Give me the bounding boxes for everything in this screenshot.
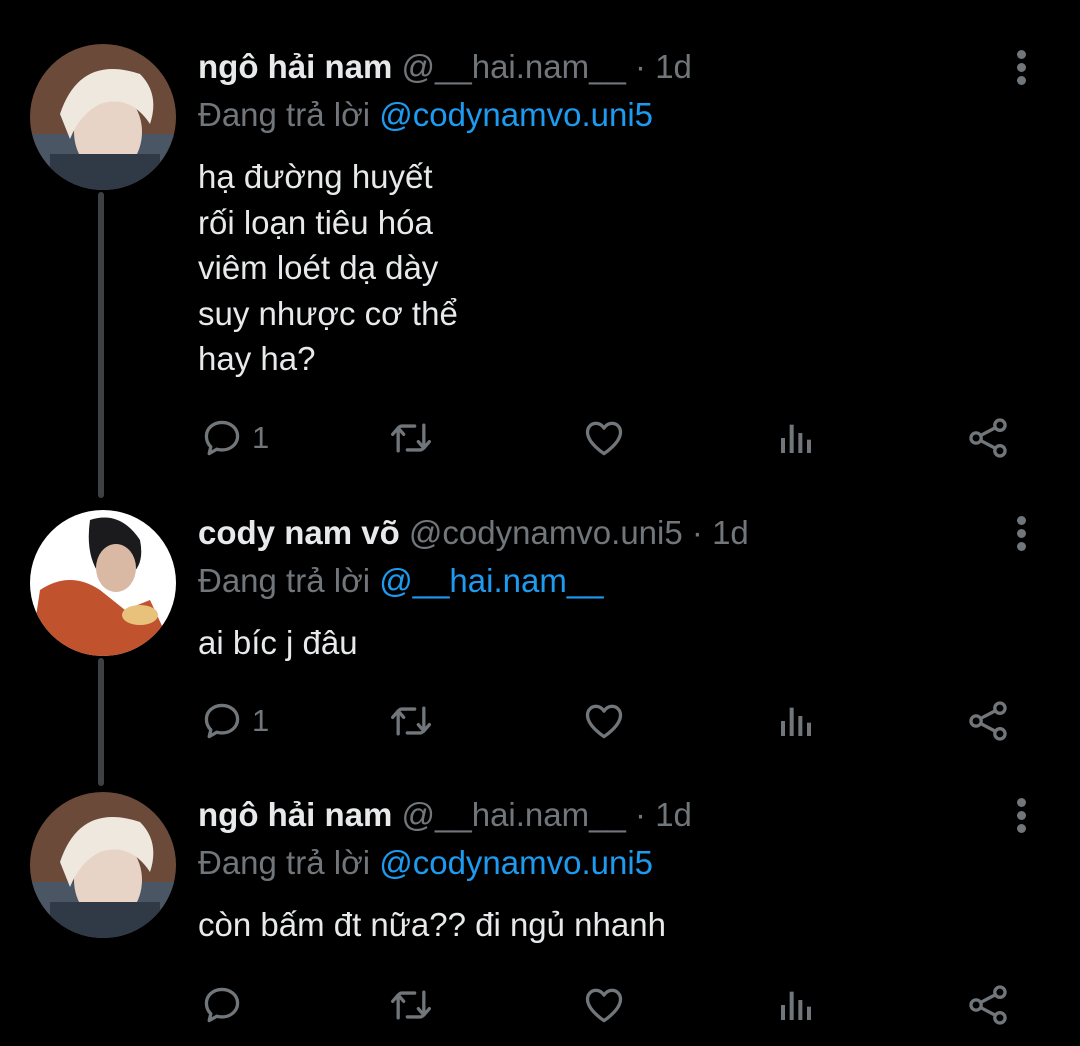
- reply-button[interactable]: [200, 980, 244, 1030]
- more-vertical-icon[interactable]: [1010, 798, 1032, 838]
- tweet[interactable]: cody nam võ @codynamvo.uni5 · 1d Đang tr…: [0, 466, 1080, 766]
- text-line: hay ha?: [198, 340, 316, 377]
- user-handle[interactable]: @__hai.nam__: [402, 796, 626, 833]
- avatar[interactable]: [30, 44, 176, 190]
- tweet-header: cody nam võ @codynamvo.uni5 · 1d: [198, 514, 749, 552]
- reply-button[interactable]: 1: [200, 696, 269, 746]
- replying-prefix: Đang trả lời: [198, 562, 371, 599]
- timestamp[interactable]: 1d: [712, 514, 749, 551]
- tweet-text: ai bíc j đâu: [198, 620, 358, 666]
- text-line: ai bíc j đâu: [198, 624, 358, 661]
- text-line: suy nhược cơ thể: [198, 294, 458, 332]
- action-bar: 1: [0, 696, 1080, 746]
- user-handle[interactable]: @codynamvo.uni5: [409, 514, 683, 551]
- separator: ·: [691, 514, 703, 551]
- display-name[interactable]: ngô hải nam: [198, 796, 392, 833]
- text-line: rối loạn tiêu hóa: [198, 203, 433, 241]
- like-button[interactable]: [582, 696, 626, 746]
- timestamp[interactable]: 1d: [655, 48, 692, 85]
- replying-to: Đang trả lời @codynamvo.uni5: [198, 96, 653, 134]
- views-button[interactable]: [776, 413, 816, 463]
- avatar[interactable]: [30, 510, 176, 656]
- tweet-header: ngô hải nam @__hai.nam__ · 1d: [198, 796, 692, 834]
- separator: ·: [635, 796, 647, 833]
- retweet-button[interactable]: [387, 696, 435, 746]
- reply-icon: [204, 703, 240, 739]
- replying-prefix: Đang trả lời: [198, 96, 371, 133]
- share-button[interactable]: [966, 696, 1010, 746]
- user-handle[interactable]: @__hai.nam__: [402, 48, 626, 85]
- like-button[interactable]: [582, 980, 626, 1030]
- views-icon: [781, 991, 811, 1020]
- display-name[interactable]: cody nam võ: [198, 514, 400, 551]
- heart-icon: [585, 704, 623, 739]
- share-button[interactable]: [966, 413, 1010, 463]
- display-name[interactable]: ngô hải nam: [198, 48, 392, 85]
- share-icon: [969, 701, 1007, 741]
- views-icon: [781, 424, 811, 453]
- mention-link[interactable]: @__hai.nam__: [379, 562, 603, 599]
- more-vertical-icon[interactable]: [1010, 50, 1032, 90]
- reply-count: 1: [252, 703, 270, 738]
- replying-prefix: Đang trả lời: [198, 844, 371, 881]
- text-line: viêm loét dạ dày: [198, 249, 439, 286]
- views-button[interactable]: [776, 980, 816, 1030]
- tweet-header: ngô hải nam @__hai.nam__ · 1d: [198, 48, 692, 86]
- tweet-text: hạ đường huyết rối loạn tiêu hóa viêm lo…: [198, 154, 458, 382]
- views-icon: [781, 707, 811, 736]
- like-button[interactable]: [582, 413, 626, 463]
- tweet[interactable]: ngô hải nam @__hai.nam__ · 1d Đang trả l…: [0, 0, 1080, 500]
- tweet[interactable]: ngô hải nam @__hai.nam__ · 1d Đang trả l…: [0, 748, 1080, 1046]
- reply-count: 1: [252, 420, 270, 455]
- heart-icon: [585, 421, 623, 456]
- retweet-icon: [391, 423, 431, 453]
- share-button[interactable]: [966, 980, 1010, 1030]
- share-icon: [969, 418, 1007, 458]
- action-bar: [0, 980, 1080, 1030]
- reply-icon: [204, 420, 240, 456]
- action-bar: 1: [0, 413, 1080, 463]
- retweet-icon: [391, 990, 431, 1020]
- text-line: còn bấm đt nữa?? đi ngủ nhanh: [198, 906, 666, 943]
- tweet-text: còn bấm đt nữa?? đi ngủ nhanh: [198, 902, 666, 948]
- heart-icon: [585, 988, 623, 1023]
- views-button[interactable]: [776, 696, 816, 746]
- reply-button[interactable]: 1: [200, 413, 269, 463]
- reply-icon: [204, 987, 240, 1023]
- avatar[interactable]: [30, 792, 176, 938]
- more-vertical-icon[interactable]: [1010, 516, 1032, 556]
- share-icon: [969, 985, 1007, 1025]
- retweet-icon: [391, 706, 431, 736]
- retweet-button[interactable]: [387, 980, 435, 1030]
- text-line: hạ đường huyết: [198, 158, 433, 195]
- mention-link[interactable]: @codynamvo.uni5: [379, 844, 653, 881]
- timestamp[interactable]: 1d: [655, 796, 692, 833]
- mention-link[interactable]: @codynamvo.uni5: [379, 96, 653, 133]
- replying-to: Đang trả lời @__hai.nam__: [198, 562, 604, 600]
- separator: ·: [635, 48, 647, 85]
- retweet-button[interactable]: [387, 413, 435, 463]
- replying-to: Đang trả lời @codynamvo.uni5: [198, 844, 653, 882]
